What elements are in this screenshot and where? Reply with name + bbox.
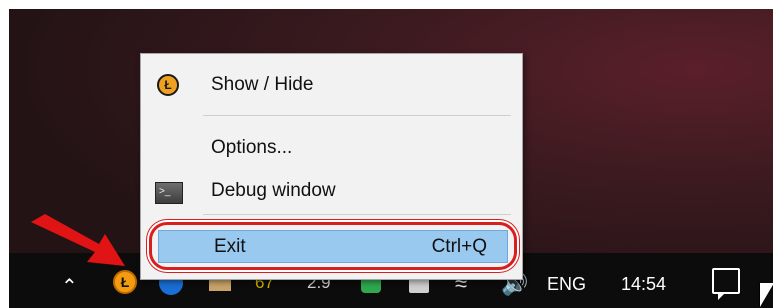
menu-item-exit-label: Exit [214,236,246,257]
menu-item-options[interactable]: Options... [141,127,522,169]
menu-separator [203,214,511,215]
menu-item-options-label: Options... [211,137,293,158]
menu-item-show-hide[interactable]: Show / Hide [141,64,522,106]
litecoin-icon [157,74,179,96]
mouse-cursor-icon [760,283,773,307]
menu-item-exit[interactable]: Exit Ctrl+Q [158,230,508,263]
menu-item-show-hide-label: Show / Hide [211,74,314,95]
red-annotation-arrow-icon [31,214,125,266]
menu-item-exit-shortcut: Ctrl+Q [431,236,487,257]
debug-console-icon [155,182,183,204]
tray-context-menu: Show / Hide Options... Debug window Exit… [140,53,523,280]
action-center-icon[interactable] [712,268,740,300]
menu-separator [203,115,511,116]
menu-item-debug-window-label: Debug window [211,180,336,201]
exit-highlight-annotation: Exit Ctrl+Q [149,222,517,270]
taskbar-clock[interactable]: 14:54 [621,274,666,295]
menu-item-debug-window[interactable]: Debug window [141,170,522,212]
language-indicator[interactable]: ENG [547,274,586,295]
litecoin-tray-icon[interactable] [113,270,137,294]
desktop-background: ⌃ 67 2.9 ≈ 🔊 ENG 14:54 Show / Hide Optio… [9,9,773,308]
show-hidden-icons-chevron-up-icon[interactable]: ⌃ [61,274,78,299]
